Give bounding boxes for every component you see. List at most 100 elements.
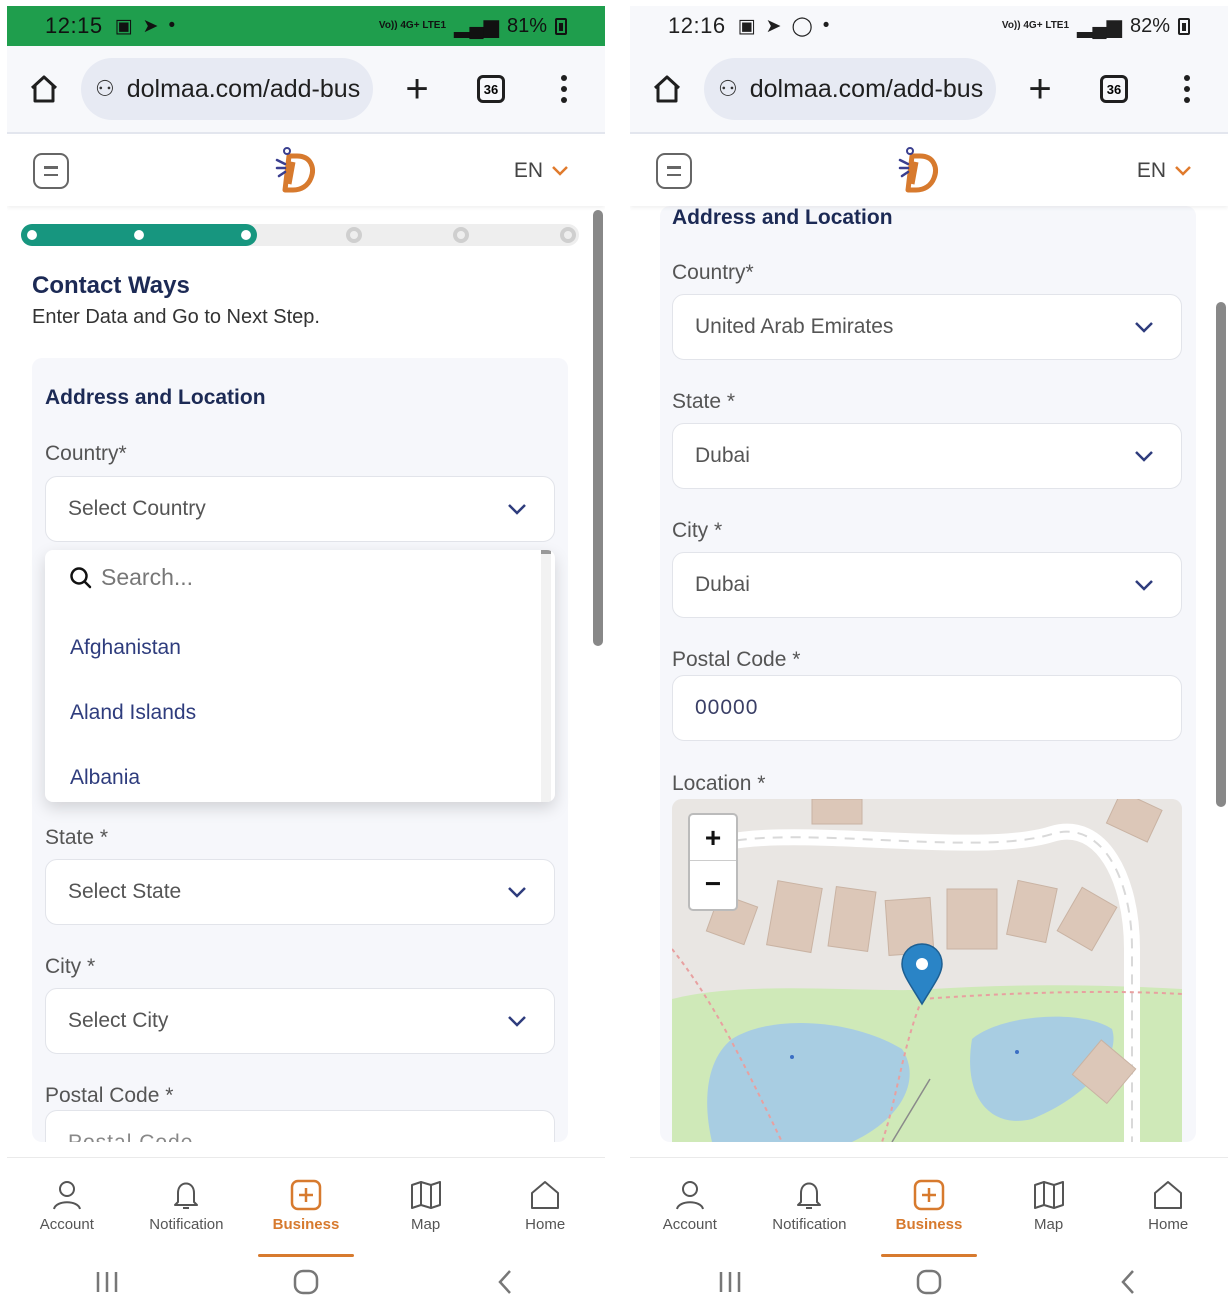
- section-title: Address and Location: [672, 206, 893, 229]
- chevron-down-icon: [508, 1016, 526, 1027]
- app-header: EN: [630, 136, 1228, 206]
- country-select[interactable]: United Arab Emirates: [672, 294, 1182, 360]
- nav-label: Business: [272, 1216, 340, 1233]
- page-subtitle: Enter Data and Go to Next Step.: [32, 306, 320, 328]
- country-label: Country*: [672, 261, 754, 284]
- whatsapp-icon: ◯: [791, 15, 813, 37]
- recent-apps-button[interactable]: [630, 1269, 829, 1295]
- country-value: Select Country: [68, 497, 206, 520]
- chevron-down-icon: [552, 166, 568, 176]
- status-time: 12:15: [45, 13, 103, 38]
- city-label: City *: [672, 519, 723, 542]
- browser-toolbar: ⚇ dolmaa.com/add-bus + 36: [7, 46, 605, 134]
- country-option[interactable]: Afghanistan: [70, 636, 181, 660]
- form-scroll-area[interactable]: Contact Ways Enter Data and Go to Next S…: [7, 206, 605, 1142]
- nav-home[interactable]: Home: [485, 1158, 605, 1257]
- bottom-navigation: Account Notification Business Map Home: [7, 1157, 605, 1257]
- system-home-button[interactable]: [829, 1268, 1028, 1296]
- menu-icon[interactable]: [33, 153, 69, 189]
- nav-home[interactable]: Home: [1108, 1158, 1228, 1257]
- page-scrollbar[interactable]: [593, 210, 603, 646]
- chevron-down-icon: [1175, 166, 1191, 176]
- zoom-out-button[interactable]: −: [690, 861, 736, 907]
- add-business-icon: [913, 1179, 945, 1211]
- dot-icon: •: [168, 15, 176, 36]
- dot-icon: •: [822, 15, 830, 36]
- page-scrollbar[interactable]: [1216, 302, 1226, 807]
- state-value: Dubai: [695, 444, 750, 467]
- step-dot: [27, 230, 37, 240]
- system-home-button[interactable]: [206, 1268, 405, 1296]
- status-time: 12:16: [668, 13, 726, 38]
- browser-home-icon[interactable]: [652, 74, 682, 104]
- city-select[interactable]: Dubai: [672, 552, 1182, 618]
- account-icon: [675, 1181, 704, 1210]
- postal-code-value: 00000: [695, 696, 759, 719]
- tab-switcher-button[interactable]: 36: [477, 75, 505, 103]
- nav-account[interactable]: Account: [7, 1158, 127, 1257]
- postal-code-label: Postal Code *: [672, 648, 801, 671]
- chevron-down-icon: [1135, 322, 1153, 333]
- state-select[interactable]: Dubai: [672, 423, 1182, 489]
- site-settings-icon[interactable]: ⚇: [95, 76, 115, 102]
- browser-menu-icon[interactable]: [561, 75, 567, 103]
- language-selector[interactable]: EN: [1137, 159, 1192, 183]
- app-header: EN: [7, 136, 605, 206]
- url-text: dolmaa.com/add-bus: [749, 74, 984, 103]
- status-bar: 12:15 ▣ ➤ • Vo)) 4G+ LTE1 ▂▄▆ 81%: [7, 6, 605, 46]
- country-select[interactable]: Select Country: [45, 476, 555, 542]
- nav-notification[interactable]: Notification: [127, 1158, 247, 1257]
- site-settings-icon[interactable]: ⚇: [718, 76, 738, 102]
- country-option[interactable]: Aland Islands: [70, 701, 196, 725]
- postal-code-label: Postal Code *: [45, 1084, 174, 1107]
- new-tab-icon[interactable]: +: [1024, 69, 1056, 109]
- city-value: Dubai: [695, 573, 750, 596]
- nav-business[interactable]: Business: [869, 1158, 989, 1257]
- recent-apps-icon: [719, 1271, 740, 1292]
- zoom-in-button[interactable]: +: [690, 815, 736, 861]
- language-code: EN: [513, 159, 543, 182]
- nav-label: Map: [410, 1216, 441, 1233]
- nav-label: Home: [525, 1216, 566, 1233]
- nav-account[interactable]: Account: [630, 1158, 750, 1257]
- language-selector[interactable]: EN: [514, 159, 569, 183]
- phone-screen-left: 12:15 ▣ ➤ • Vo)) 4G+ LTE1 ▂▄▆ 81% ⚇ dolm…: [7, 6, 605, 1306]
- browser-menu-icon[interactable]: [1184, 75, 1190, 103]
- dolmaa-logo: [898, 147, 938, 193]
- step-dot: [345, 227, 362, 243]
- state-select[interactable]: Select State: [45, 859, 555, 925]
- new-tab-icon[interactable]: +: [401, 69, 433, 109]
- city-select[interactable]: Select City: [45, 988, 555, 1054]
- dropdown-scrollbar[interactable]: [541, 550, 551, 802]
- tab-switcher-button[interactable]: 36: [1100, 75, 1128, 103]
- url-field[interactable]: ⚇ dolmaa.com/add-bus: [704, 58, 996, 120]
- battery-icon: [555, 17, 567, 35]
- nav-notification[interactable]: Notification: [750, 1158, 870, 1257]
- map-icon: [410, 1181, 441, 1209]
- country-search[interactable]: Search...: [69, 564, 193, 591]
- notification-icons: ▣ ➤ ◯ •: [738, 15, 830, 38]
- recent-apps-button[interactable]: [7, 1269, 206, 1295]
- gallery-icon: ▣: [114, 15, 133, 37]
- url-field[interactable]: ⚇ dolmaa.com/add-bus: [81, 58, 373, 120]
- nav-label: Business: [895, 1216, 963, 1233]
- form-scroll-area[interactable]: Address and Location Country* United Ara…: [630, 206, 1228, 1142]
- country-option[interactable]: Albania: [70, 766, 140, 790]
- location-map[interactable]: + −: [672, 799, 1182, 1142]
- browser-home-icon[interactable]: [29, 74, 59, 104]
- country-label: Country*: [45, 442, 127, 465]
- system-back-button[interactable]: [406, 1268, 605, 1296]
- nav-business[interactable]: Business: [246, 1158, 366, 1257]
- postal-code-input[interactable]: Postal Code: [45, 1110, 555, 1142]
- postal-code-input[interactable]: 00000: [672, 675, 1182, 741]
- section-title: Address and Location: [45, 386, 266, 409]
- nav-map[interactable]: Map: [366, 1158, 486, 1257]
- network-type: Vo)) 4G+ LTE1: [378, 20, 447, 31]
- battery-percent: 81%: [506, 14, 547, 37]
- nav-map[interactable]: Map: [989, 1158, 1109, 1257]
- home-icon: [1154, 1181, 1183, 1209]
- system-back-button[interactable]: [1029, 1268, 1228, 1296]
- menu-icon[interactable]: [656, 153, 692, 189]
- nav-label: Home: [1148, 1216, 1189, 1233]
- chevron-down-icon: [1135, 451, 1153, 462]
